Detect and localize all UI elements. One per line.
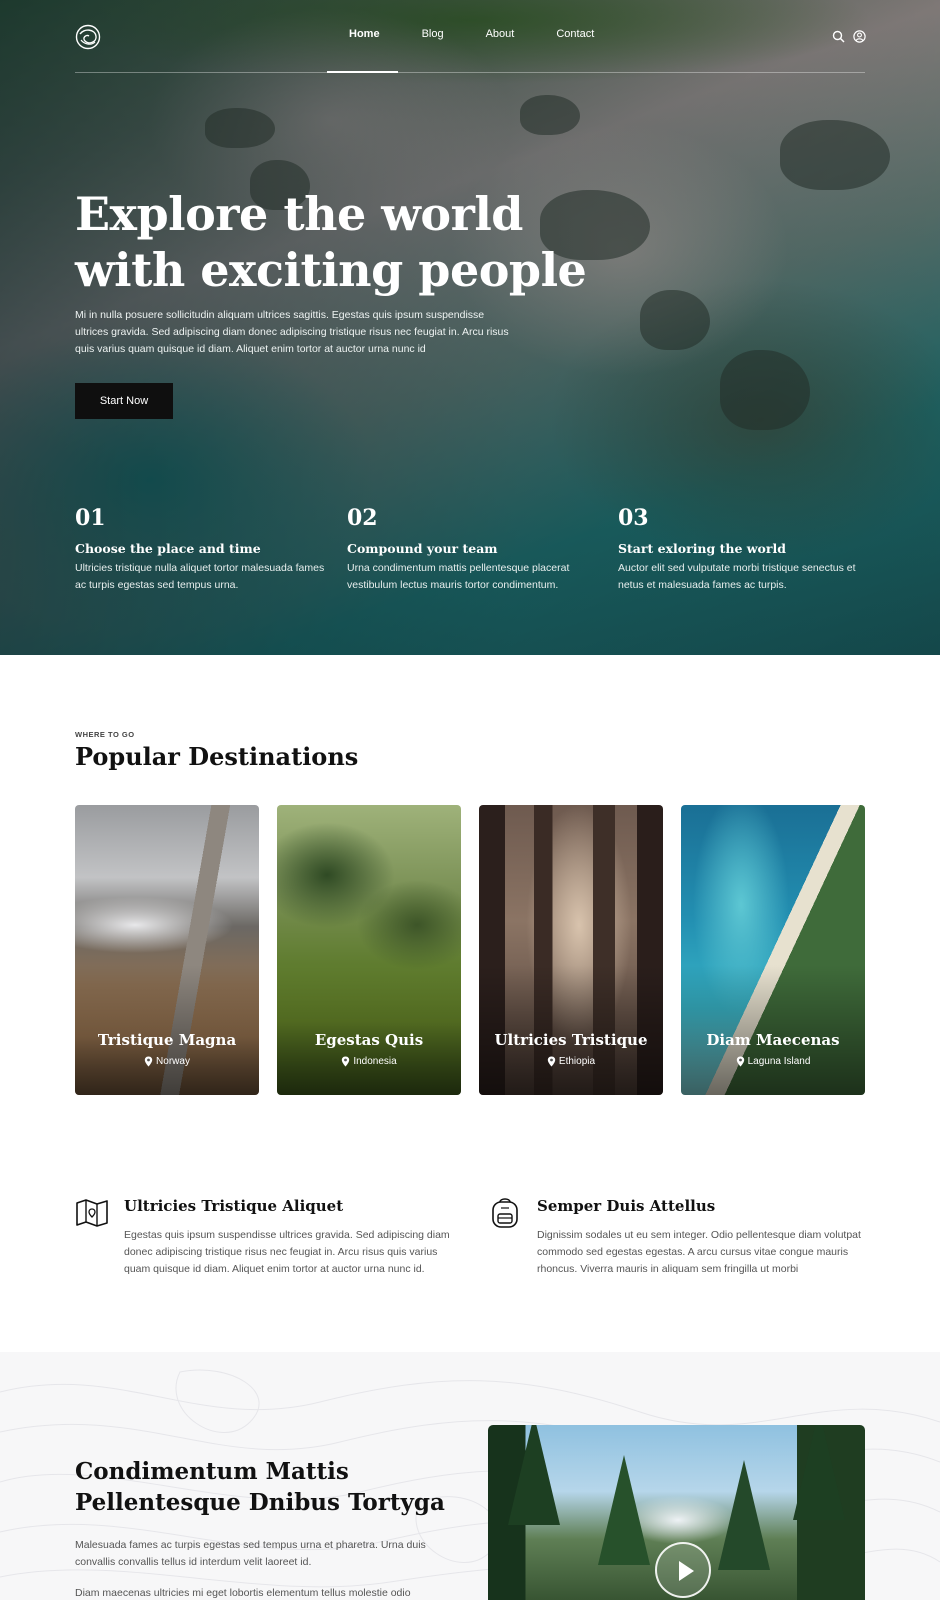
feature-description: Egestas quis ipsum suspendisse ultrices … [124, 1229, 450, 1275]
hero-bg-rock [640, 290, 710, 350]
card-title: Ultricies Tristique [494, 1031, 648, 1049]
card-location-label: Indonesia [353, 1056, 397, 1067]
step-item: 02 Compound your team Urna condimentum m… [347, 505, 597, 594]
video-bg-tree [598, 1455, 650, 1565]
story-paragraph: Diam maecenas ultricies mi eget lobortis… [75, 1587, 411, 1599]
card-location: Norway [75, 1056, 259, 1067]
step-item: 03 Start exloring the world Auctor elit … [618, 505, 868, 594]
hero-title: Explore the world with exciting people [75, 186, 595, 298]
search-icon[interactable] [832, 30, 845, 43]
card-location: Laguna Island [681, 1056, 865, 1067]
destination-card-tristique-magna[interactable]: Tristique Magna Norway [75, 805, 259, 1095]
feature-title: Ultricies Tristique Aliquet [124, 1197, 344, 1215]
section-eyebrow: WHERE TO GO [75, 730, 135, 739]
card-location: Ethiopia [479, 1056, 663, 1067]
hero-title-line2: with exciting people [75, 243, 587, 297]
start-now-button[interactable]: Start Now [75, 383, 173, 419]
play-button-icon[interactable] [655, 1542, 711, 1598]
card-location-label: Laguna Island [747, 1056, 811, 1067]
step-description: Urna condimentum mattis pellentesque pla… [347, 562, 570, 591]
location-pin-icon [144, 1056, 153, 1067]
backpack-icon [492, 1198, 518, 1228]
nav-links: Home Blog About Contact [328, 28, 615, 74]
nav-divider [75, 72, 865, 73]
video-bg-tree [793, 1425, 845, 1520]
location-pin-icon [736, 1056, 744, 1067]
card-overlay [277, 965, 461, 1095]
card-overlay [681, 965, 865, 1095]
destination-card-diam-maecenas[interactable]: Diam Maecenas Laguna Island [681, 805, 865, 1095]
hero-bg-rock [720, 350, 810, 430]
story-title-line2: Pellentesque Dnibus Tortyga [75, 1489, 445, 1516]
nav-link-blog[interactable]: Blog [401, 28, 465, 74]
map-icon [76, 1199, 108, 1227]
card-title: Tristique Magna [97, 1031, 237, 1049]
hero-title-line1: Explore the world [75, 187, 523, 241]
story-title: Condimentum Mattis Pellentesque Dnibus T… [75, 1456, 455, 1518]
brand-logo-icon[interactable] [75, 24, 101, 50]
nav-link-home[interactable]: Home [328, 28, 401, 74]
location-pin-icon [547, 1056, 556, 1067]
card-title: Diam Maecenas [706, 1031, 840, 1049]
nav-link-contact[interactable]: Contact [535, 28, 615, 74]
step-description: Ultricies tristique nulla aliquet tortor… [75, 562, 325, 591]
step-title: Start exloring the world [618, 541, 786, 556]
section-title: Popular Destinations [75, 742, 359, 771]
destination-card-ultricies-tristique[interactable]: Ultricies Tristique Ethiopia [479, 805, 663, 1095]
nav-active-indicator [327, 71, 398, 73]
step-item: 01 Choose the place and time Ultricies t… [75, 505, 325, 594]
step-number: 02 [347, 505, 378, 531]
feature-title: Semper Duis Attellus [537, 1197, 716, 1215]
card-title: Egestas Quis [314, 1031, 424, 1049]
video-bg-tree [718, 1460, 770, 1570]
destination-card-egestas-quis[interactable]: Egestas Quis Indonesia [277, 805, 461, 1095]
hero-description: Mi in nulla posuere sollicitudin aliquam… [75, 309, 509, 355]
video-bg-tree [508, 1425, 560, 1525]
user-account-icon[interactable] [853, 30, 866, 43]
card-location-label: Ethiopia [558, 1056, 596, 1067]
step-title: Choose the place and time [75, 541, 261, 556]
hero-bg-rock [205, 108, 275, 148]
location-pin-icon [342, 1056, 350, 1067]
step-number: 01 [75, 505, 106, 531]
nav-link-about[interactable]: About [465, 28, 536, 74]
card-overlay [479, 965, 663, 1095]
card-location-label: Norway [156, 1056, 190, 1067]
hero-bg-rock [780, 120, 890, 190]
card-overlay [75, 965, 259, 1095]
top-nav: Home Blog About Contact [0, 0, 940, 74]
story-paragraph: Malesuada fames ac turpis egestas sed te… [75, 1539, 426, 1568]
hero-bg-rock [520, 95, 580, 135]
story-title-line1: Condimentum Mattis [75, 1458, 349, 1485]
card-location: Indonesia [277, 1056, 461, 1067]
step-title: Compound your team [347, 541, 498, 556]
feature-description: Dignissim sodales ut eu sem integer. Odi… [537, 1229, 861, 1275]
step-number: 03 [618, 505, 649, 531]
step-description: Auctor elit sed vulputate morbi tristiqu… [618, 562, 856, 591]
